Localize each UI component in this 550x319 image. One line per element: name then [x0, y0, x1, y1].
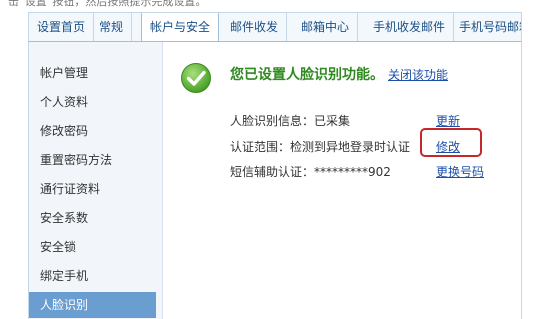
- sidebar-item-security-lock[interactable]: 安全锁: [40, 238, 76, 255]
- settings-tab-bar: 设置首页 常规 帐户与安全 邮件收发 邮箱中心 手机收发邮件 手机号码邮箱: [28, 12, 522, 42]
- sidebar: 帐户管理 个人资料 修改密码 重置密码方法 通行证资料 安全系数 安全锁 绑定手…: [29, 42, 163, 319]
- modify-highlight-box: [420, 128, 482, 157]
- tab-phone-number-mailbox[interactable]: 手机号码邮箱: [451, 13, 521, 41]
- status-headline: 您已设置人脸识别功能。 关闭该功能: [230, 64, 448, 84]
- change-number-link[interactable]: 更换号码: [436, 163, 484, 180]
- tab-general[interactable]: 常规: [91, 13, 133, 41]
- sidebar-item-profile[interactable]: 个人资料: [40, 93, 88, 110]
- sidebar-item-passport-info[interactable]: 通行证资料: [40, 180, 100, 197]
- top-instruction-strip: 击“设置”按钮，然后按照提示完成设置。: [0, 0, 550, 8]
- tab-mobile-mail[interactable]: 手机收发邮件: [365, 13, 455, 41]
- tab-account-security[interactable]: 帐户与安全: [141, 13, 220, 41]
- tab-mailbox-center[interactable]: 邮箱中心: [293, 13, 359, 41]
- update-link[interactable]: 更新: [436, 112, 460, 129]
- sidebar-item-change-password[interactable]: 修改密码: [40, 122, 88, 139]
- check-circle-icon: [181, 63, 211, 93]
- top-instruction-text: 击“设置”按钮，然后按照提示完成设置。: [8, 0, 207, 8]
- tab-home[interactable]: 设置首页: [29, 13, 95, 41]
- disable-feature-link[interactable]: 关闭该功能: [388, 68, 448, 82]
- tab-mail-send-receive[interactable]: 邮件收发: [222, 13, 288, 41]
- status-message: 您已设置人脸识别功能。: [230, 67, 384, 83]
- sidebar-item-bind-phone[interactable]: 绑定手机: [40, 267, 88, 284]
- sidebar-item-account-management[interactable]: 帐户管理: [40, 64, 88, 81]
- sidebar-item-face-recognition[interactable]: 人脸识别: [29, 292, 156, 318]
- face-info-label: 人脸识别信息：已采集: [230, 114, 351, 128]
- sidebar-item-reset-password[interactable]: 重置密码方法: [40, 151, 112, 168]
- sms-auth-label: 短信辅助认证：*********902: [230, 165, 391, 179]
- auth-scope-label: 认证范围：检测到异地登录时认证: [230, 140, 411, 154]
- sidebar-item-security-level[interactable]: 安全系数: [40, 209, 88, 226]
